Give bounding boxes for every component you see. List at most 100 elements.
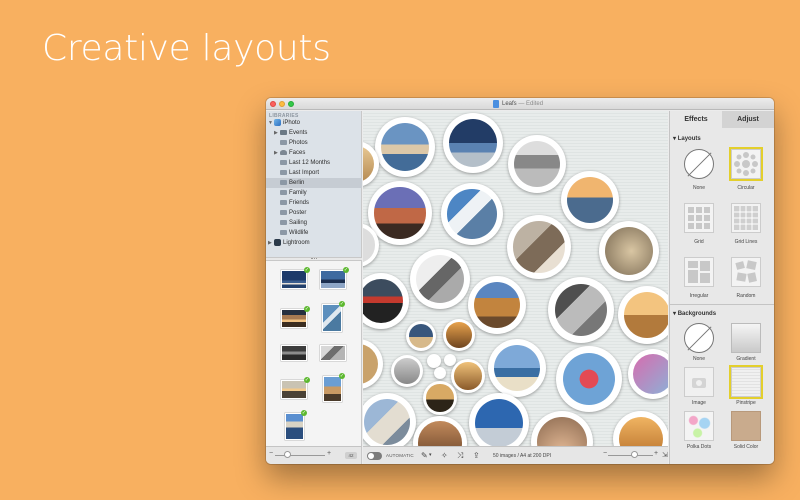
- zoom-out-icon[interactable]: −: [269, 450, 273, 457]
- photo-circle[interactable]: [363, 393, 416, 446]
- zoom-in-icon[interactable]: +: [654, 450, 658, 457]
- photo-circle[interactable]: [451, 359, 485, 393]
- thumbnail-size-knob[interactable]: [284, 451, 291, 458]
- background-label: Image: [692, 400, 706, 406]
- background-image-tile[interactable]: [684, 367, 714, 397]
- photo-circle[interactable]: [618, 286, 668, 344]
- zoom-out-icon[interactable]: −: [603, 450, 607, 457]
- photo-circle[interactable]: [531, 411, 593, 446]
- minimize-button[interactable]: [279, 101, 285, 107]
- photo-thumbnail[interactable]: [322, 304, 342, 332]
- sidebar-item-last-import[interactable]: Last Import: [266, 168, 362, 178]
- photo-thumbnail[interactable]: [281, 270, 307, 289]
- sidebar-item-wildlife[interactable]: Wildlife: [266, 228, 362, 238]
- sidebar-item-poster[interactable]: Poster: [266, 208, 362, 218]
- background-pinstripe-tile[interactable]: [729, 365, 763, 399]
- layout-random-tile[interactable]: [731, 257, 761, 287]
- sidebar-item-berlin[interactable]: Berlin: [266, 178, 362, 188]
- tab-adjust[interactable]: Adjust: [722, 111, 774, 128]
- photo-circle[interactable]: [410, 249, 470, 309]
- photo-circle[interactable]: [441, 183, 503, 245]
- photo-circle[interactable]: [443, 319, 475, 351]
- photo-circle[interactable]: [406, 321, 436, 351]
- close-button[interactable]: [270, 101, 276, 107]
- background-gradient-tile[interactable]: [731, 323, 761, 353]
- photo-circle[interactable]: [561, 171, 619, 229]
- background-none-tile[interactable]: [684, 323, 714, 353]
- faces-icon: [280, 150, 287, 155]
- photo-thumbnail[interactable]: [285, 413, 304, 440]
- magic-wand-icon[interactable]: ✧: [441, 451, 448, 460]
- photo-thumbnail[interactable]: [320, 270, 346, 289]
- iphoto-icon: [274, 119, 281, 126]
- wrench-icon[interactable]: ✎: [421, 451, 428, 460]
- photo-thumbnail[interactable]: [281, 309, 307, 328]
- sidebar-item-lightroom[interactable]: ▶ Lightroom: [266, 238, 362, 248]
- disclosure-open-icon[interactable]: ▼: [268, 118, 273, 128]
- sidebar-item-events[interactable]: ▶ Events: [266, 128, 362, 138]
- photo-thumbnail[interactable]: [323, 376, 342, 402]
- photo-circle[interactable]: [628, 349, 668, 399]
- zoom-button[interactable]: [288, 101, 294, 107]
- photo-circle[interactable]: [434, 367, 446, 379]
- layout-none-tile[interactable]: [684, 149, 714, 179]
- automatic-toggle[interactable]: [367, 452, 382, 460]
- sidebar-item-faces[interactable]: ▶ Faces: [266, 148, 362, 158]
- sidebar-item-label: Sailing: [289, 220, 308, 226]
- sidebar-item-iphoto[interactable]: ▼ iPhoto: [266, 118, 362, 128]
- photo-circle[interactable]: [363, 273, 409, 329]
- photo-circle[interactable]: [508, 135, 566, 193]
- photo-circle[interactable]: [556, 346, 622, 412]
- photo-circle[interactable]: [363, 339, 383, 389]
- irregular-layout-icon: [688, 261, 710, 283]
- fit-to-window-icon[interactable]: ⇲: [662, 451, 668, 459]
- title-bar: Leafs — Edited: [266, 98, 774, 110]
- toggle-knob: [368, 453, 374, 459]
- chevron-down-icon[interactable]: ▾: [429, 451, 432, 460]
- layout-grid-lines-tile[interactable]: [731, 203, 761, 233]
- disclosure-closed-icon[interactable]: ▶: [268, 238, 272, 248]
- layout-irregular-tile[interactable]: [684, 257, 714, 287]
- photo-circle[interactable]: [599, 221, 659, 281]
- photo-circle[interactable]: [443, 113, 503, 173]
- background-polka-dots-tile[interactable]: [684, 411, 714, 441]
- photo-thumbnail[interactable]: [281, 345, 307, 361]
- shuffle-icon[interactable]: ⤨: [457, 451, 463, 460]
- photo-circle[interactable]: [368, 181, 432, 245]
- photo-circle[interactable]: [468, 276, 526, 334]
- background-solid-color-tile[interactable]: [731, 411, 761, 441]
- photo-circle[interactable]: [427, 354, 441, 368]
- photo-circle[interactable]: [413, 416, 467, 446]
- sidebar-item-photos[interactable]: Photos: [266, 138, 362, 148]
- share-icon[interactable]: ⇪: [473, 451, 480, 460]
- sidebar-item-last-12-months[interactable]: Last 12 Months: [266, 158, 362, 168]
- disclosure-closed-icon[interactable]: ▶: [274, 148, 278, 158]
- layouts-section-header[interactable]: ▾ Layouts: [673, 135, 701, 142]
- layout-grid-tile[interactable]: [684, 203, 714, 233]
- photo-circle[interactable]: [507, 215, 571, 279]
- photo-circle[interactable]: [488, 339, 546, 397]
- photo-circle[interactable]: [469, 393, 529, 446]
- disclosure-closed-icon[interactable]: ▶: [274, 128, 278, 138]
- canvas-zoom-knob[interactable]: [631, 451, 638, 458]
- photo-circle[interactable]: [548, 277, 614, 343]
- layout-label: Grid: [694, 239, 704, 245]
- sidebar-item-family[interactable]: Family: [266, 188, 362, 198]
- sidebar-item-friends[interactable]: Friends: [266, 198, 362, 208]
- photo-circle[interactable]: [375, 117, 435, 177]
- tab-effects[interactable]: Effects: [670, 111, 722, 128]
- splitter-grip-icon[interactable]: [311, 258, 317, 260]
- layouts-title: Layouts: [677, 136, 701, 142]
- sidebar-item-sailing[interactable]: Sailing: [266, 218, 362, 228]
- photo-circle[interactable]: [391, 355, 423, 387]
- backgrounds-section-header[interactable]: ▾ Backgrounds: [673, 310, 716, 317]
- photo-circle[interactable]: [613, 411, 668, 446]
- zoom-in-icon[interactable]: +: [327, 450, 331, 457]
- photo-thumbnail[interactable]: [281, 380, 307, 399]
- layout-circular-tile[interactable]: [729, 147, 763, 181]
- photo-circle[interactable]: [423, 381, 457, 415]
- layout-canvas[interactable]: [363, 111, 668, 446]
- folder-icon: [280, 210, 287, 215]
- thumbnail-size-slider[interactable]: [275, 455, 325, 456]
- photo-thumbnail[interactable]: [320, 345, 346, 361]
